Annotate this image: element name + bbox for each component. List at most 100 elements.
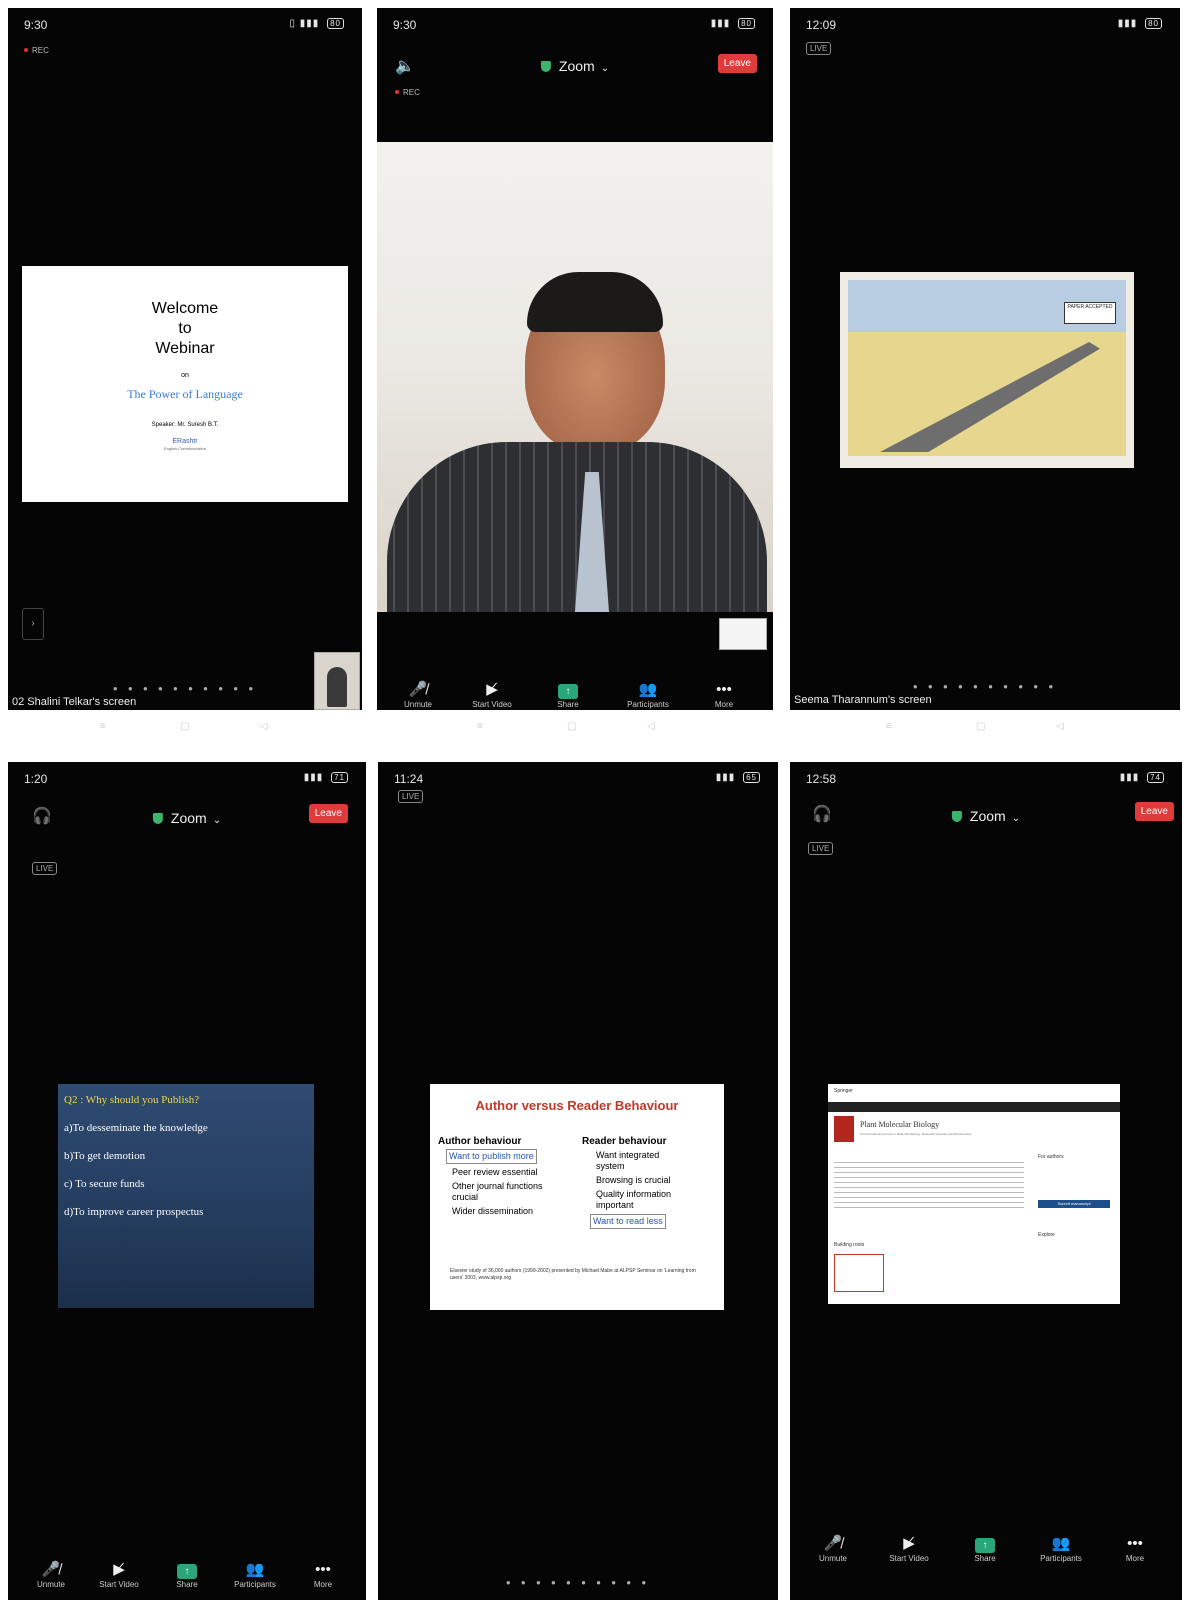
clock: 12:09 [806,18,837,32]
live-badge: LIVE [806,42,832,55]
signal-icons: ▮▮▮ 71 [304,772,348,783]
clock: 12:58 [806,772,837,786]
signal-icons: ▮▮▮ 74 [1120,772,1164,783]
slide-title-1: Welcome [151,300,219,317]
headphones-icon[interactable]: 🎧 [812,804,832,824]
shared-cartoon: PAPER ACCEPTED [840,272,1134,468]
journal-cover [834,1116,854,1142]
headphones-icon[interactable]: 🎧 [32,806,52,826]
share-button[interactable]: ↑ Share [152,1560,222,1589]
unmute-button[interactable]: 🎤̸ Unmute [16,1560,86,1589]
screen-3-seema-share: 12:09 ▮▮▮ 80 LIVE PAPER ACCEPTED ● ● ● ●… [790,8,1180,710]
shield-icon [540,61,551,72]
zoom-meeting-title[interactable]: Zoom ⌄ [152,810,221,826]
page-dots[interactable]: ● ● ● ● ● ● ● ● ● ● [790,682,1180,691]
page-dots[interactable]: ● ● ● ● ● ● ● ● ● ● [8,684,362,693]
participants-button[interactable]: 👥 Participants [613,680,683,709]
journal-name: Plant Molecular Biology [860,1120,940,1129]
clock: 1:20 [24,772,48,786]
signal-icons: ▯ ▮▮▮ 80 [290,18,344,29]
start-video-button[interactable]: ▶̸ Start Video [874,1534,944,1563]
slide-title-3: Webinar [155,340,215,357]
unmute-button[interactable]: 🎤̸ Unmute [798,1534,868,1563]
option-b: b)To get demotion [64,1150,146,1162]
participants-button[interactable]: 👥 Participants [220,1560,290,1589]
more-button[interactable]: ••• More [689,680,759,709]
participants-button[interactable]: 👥 Participants [1026,1534,1096,1563]
reader-heading: Reader behaviour [582,1136,667,1147]
start-video-button[interactable]: ▶̸ Start Video [457,680,527,709]
more-dots-icon: ••• [716,681,732,698]
status-bar: 1:20 ▮▮▮ 71 [8,762,366,792]
thumb-person [327,667,347,707]
logo-sub: English Communication [163,446,207,451]
meeting-toolbar: 🎤̸ Unmute ▶̸ Start Video ↑ Share 👥 Participa… [790,1534,1182,1574]
battery-icon: 65 [743,772,760,783]
slide-title-2: to [178,320,192,337]
meeting-top-bar: 🔈 Zoom ⌄ Leave [377,48,773,88]
screen-1-shalini-share: 9:30 ▯ ▮▮▮ 80 REC Welcome to Webinar on … [8,8,362,710]
author-item-2: Peer review essential [452,1167,538,1177]
battery-icon: 71 [331,772,348,783]
mic-muted-icon: 🎤̸ [41,1561,61,1578]
for-authors-heading: For authors [1038,1154,1064,1160]
meeting-toolbar: 🎤̸ Unmute ▶̸ Start Video ↑ Share 👥 Participa… [8,1560,366,1600]
submit-manuscript-button[interactable]: Submit manuscript [1038,1200,1110,1208]
video-off-icon: ▶̸ [113,1561,125,1578]
reader-column: Reader behaviour Want integrated system … [582,1136,720,1229]
chevron-down-icon: ⌄ [600,63,610,74]
android-nav-bar-2: ≡ ▢ ◁ [477,721,655,732]
video-off-icon: ▶̸ [903,1535,915,1552]
clock: 9:30 [393,18,417,32]
screen-owner-label: Seema Tharannum's screen [794,694,932,706]
signal-icons: ▮▮▮ 80 [1118,18,1162,29]
shared-content-thumbnail[interactable] [719,618,767,650]
leave-button[interactable]: Leave [308,804,348,823]
speaker-hair [527,272,663,332]
share-arrow-icon: ↑ [975,1538,995,1553]
slide-on: on [181,372,189,379]
journal-webpage: Springer Plant Molecular Biology An Inte… [828,1084,1120,1304]
self-video-thumbnail[interactable] [314,652,360,710]
more-dots-icon: ••• [1127,1535,1143,1552]
status-bar: 9:30 ▮▮▮ 80 [377,8,773,38]
author-item-3: Other journal functions crucial [452,1181,543,1202]
participants-icon: 👥 [1051,1535,1071,1552]
participants-icon: 👥 [638,681,658,698]
zoom-meeting-title[interactable]: Zoom ⌄ [540,58,610,74]
cartoon-sign: PAPER ACCEPTED [1064,302,1116,324]
share-button[interactable]: ↑ Share [533,680,603,709]
unmute-button[interactable]: 🎤̸ Unmute [383,680,453,709]
leave-button[interactable]: Leave [1134,802,1174,821]
leave-button[interactable]: Leave [717,54,757,73]
live-badge: LIVE [32,862,58,875]
author-item-1: Want to publish more [446,1149,537,1164]
author-heading: Author behaviour [438,1136,522,1147]
android-nav-bar-3: ≡ ▢ ◁ [886,721,1064,732]
screen-5-author-reader-slide: 11:24 ▮▮▮ 65 LIVE Author versus Reader B… [378,762,778,1600]
status-bar: 11:24 ▮▮▮ 65 [378,762,778,792]
building-roots-heading: Building roots [834,1242,865,1248]
logo-text: ERashtr [172,438,198,445]
screen-owner-label: 02 Shalini Telkar's screen [12,696,137,708]
more-button[interactable]: ••• More [1100,1534,1170,1563]
journal-subtitle: An International Journal on Molecular Bi… [860,1132,972,1136]
share-button[interactable]: ↑ Share [950,1534,1020,1563]
journal-banner [828,1102,1120,1112]
participants-icon: 👥 [245,1561,265,1578]
author-column: Author behaviour Want to publish more Pe… [438,1136,578,1217]
status-bar: 9:30 ▯ ▮▮▮ 80 [8,8,362,38]
explore-heading: Explore [1038,1232,1055,1238]
slide-topic: The Power of Language [127,387,243,401]
more-button[interactable]: ••• More [288,1560,358,1589]
start-video-button[interactable]: ▶̸ Start Video [84,1560,154,1589]
screen-2-speaker-video: 9:30 ▮▮▮ 80 🔈 Zoom ⌄ Leave REC 🎤̸ Unmute ▶… [377,8,773,710]
sidebar-expand-button[interactable]: › [22,608,44,640]
meeting-top-bar: 🎧 Zoom ⌄ Leave [8,800,366,840]
clock: 11:24 [394,772,424,786]
page-dots[interactable]: ● ● ● ● ● ● ● ● ● ● [378,1578,778,1587]
zoom-meeting-title[interactable]: Zoom ⌄ [951,808,1020,824]
speaker-icon[interactable]: 🔈 [395,56,415,76]
battery-icon: 80 [738,18,755,29]
shield-icon [152,813,163,824]
